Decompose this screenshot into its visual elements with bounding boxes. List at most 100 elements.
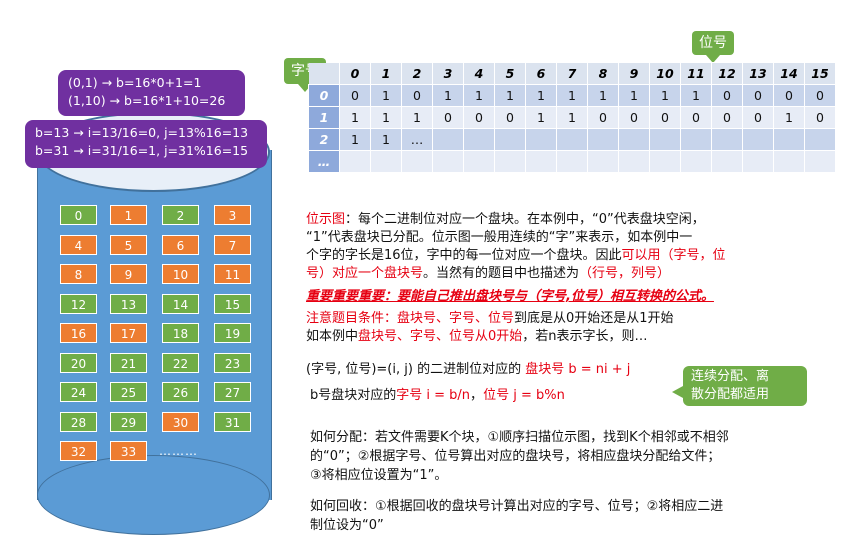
bitmap-cell: 0 bbox=[680, 106, 712, 129]
bitmap-cell: 1 bbox=[649, 84, 681, 107]
bitmap-cell: 0 bbox=[432, 106, 464, 129]
disk-block-31: 31 bbox=[214, 411, 251, 432]
bitmap-cell bbox=[649, 128, 681, 151]
bitmap-row: 2 1 1… bbox=[308, 128, 836, 151]
bitmap-cell: 1 bbox=[525, 106, 557, 129]
disk-block-29: 29 bbox=[110, 411, 147, 432]
disk-block-16: 16 bbox=[60, 323, 97, 343]
disk-block-20: 20 bbox=[60, 352, 97, 373]
bitmap-definition-line-4: 号）对应一个盘块号。当然有的题目中也描述为（行号，列号） bbox=[306, 266, 671, 281]
applicability-note: 连续分配、离 散分配都适用 bbox=[683, 366, 807, 406]
bit-number-header: 13 bbox=[742, 62, 774, 85]
bit-number-header: 15 bbox=[804, 62, 836, 85]
bitmap-row: … bbox=[308, 150, 836, 173]
bit-number-header: 11 bbox=[680, 62, 712, 85]
bitmap-cell: 1 bbox=[525, 84, 557, 107]
disk-block-32: 32 bbox=[60, 441, 97, 461]
bitmap-cell bbox=[804, 150, 836, 173]
disk-block-9: 9 bbox=[110, 264, 147, 284]
disk-block-22: 22 bbox=[162, 352, 199, 373]
bitmap-cell: 0 bbox=[711, 106, 743, 129]
formula-callout-to-word-bit: b=13 → i=13/16=0, j=13%16=13 b=31 → i=31… bbox=[25, 120, 267, 168]
disk-block-0: 0 bbox=[60, 205, 97, 225]
bitmap-cell bbox=[680, 150, 712, 173]
bitmap-cell bbox=[339, 150, 371, 173]
bitmap-cell bbox=[556, 150, 588, 173]
bit-number-header: 2 bbox=[401, 62, 433, 85]
bitmap-cell: 1 bbox=[494, 84, 526, 107]
bitmap-cell: … bbox=[401, 128, 433, 151]
condition-line-2: 如本例中盘块号、字号、位号从0开始，若n表示字长，则… bbox=[306, 329, 648, 344]
disk-block-14: 14 bbox=[162, 293, 199, 314]
bitmap-corner bbox=[308, 62, 340, 85]
bit-number-header: 4 bbox=[463, 62, 495, 85]
bitmap-cell: 1 bbox=[773, 106, 805, 129]
bitmap-cell bbox=[370, 150, 402, 173]
disk-block-12: 12 bbox=[60, 293, 97, 314]
disk-block-33: 33 bbox=[110, 441, 147, 461]
bit-number-header: 7 bbox=[556, 62, 588, 85]
bitmap-cell: 0 bbox=[463, 106, 495, 129]
bitmap-cell bbox=[587, 150, 619, 173]
bitmap-row: 11110001100000010 bbox=[308, 106, 836, 129]
bitmap-cell bbox=[711, 150, 743, 173]
formula-block-number: (字号, 位号)=(i, j) 的二进制位对应的 盘块号 b = ni + j bbox=[306, 362, 631, 377]
bit-number-header: 14 bbox=[773, 62, 805, 85]
bitmap-cell: 0 bbox=[587, 106, 619, 129]
bitmap-cell: 0 bbox=[711, 84, 743, 107]
allocation-procedure: 如何分配：若文件需要K个块，①顺序扫描位示图，找到K个相邻或不相邻 的“0”；②… bbox=[310, 430, 729, 483]
bitmap-cell: 1 bbox=[463, 84, 495, 107]
bitmap-cell bbox=[649, 150, 681, 173]
bitmap-cell bbox=[680, 128, 712, 151]
bitmap-cell bbox=[525, 128, 557, 151]
disk-cylinder-bottom bbox=[37, 455, 270, 535]
bitmap-cell: 1 bbox=[339, 128, 371, 151]
disk-block-26: 26 bbox=[162, 382, 199, 402]
bitmap-cell: 1 bbox=[618, 84, 650, 107]
disk-block-11: 11 bbox=[214, 264, 251, 284]
bitmap-cell bbox=[494, 128, 526, 151]
bitmap-cell: 1 bbox=[339, 106, 371, 129]
disk-block-18: 18 bbox=[162, 323, 199, 343]
disk-block-2: 2 bbox=[162, 205, 199, 225]
bitmap-cell bbox=[804, 128, 836, 151]
bitmap-cell bbox=[556, 128, 588, 151]
bitmap-table: 0 1 2 3 4 5 6 7 8 9 10 11 12 13 14 15 0 0 1 0 1 1 1 1 1 1 1 1 1 0 0 0 0 1… bbox=[308, 62, 836, 173]
bitmap-cell: 0 bbox=[773, 84, 805, 107]
bitmap-cell: 1 bbox=[370, 128, 402, 151]
disk-block-10: 10 bbox=[162, 264, 199, 284]
bitmap-cell bbox=[401, 150, 433, 173]
bitmap-cell: 0 bbox=[649, 106, 681, 129]
applicability-note-pointer bbox=[672, 386, 683, 398]
bit-number-tag: 位号 bbox=[692, 31, 734, 55]
bitmap-definition-line-3: 个字的字长是16位，字中的每一位对应一个盘块。因此可以用（字号，位 bbox=[306, 248, 726, 263]
bitmap-cell bbox=[711, 128, 743, 151]
bit-number-header: 12 bbox=[711, 62, 743, 85]
bit-number-header: 1 bbox=[370, 62, 402, 85]
bitmap-cell bbox=[618, 128, 650, 151]
bitmap-cell: 0 bbox=[742, 84, 774, 107]
disk-block-4: 4 bbox=[60, 234, 97, 255]
bit-number-header: 9 bbox=[618, 62, 650, 85]
bitmap-cell: 1 bbox=[401, 106, 433, 129]
condition-line-1: 注意题目条件：盘块号、字号、位号到底是从0开始还是从1开始 bbox=[306, 311, 674, 326]
bit-number-header: 6 bbox=[525, 62, 557, 85]
bitmap-cell: 0 bbox=[401, 84, 433, 107]
disk-block-7: 7 bbox=[214, 234, 251, 255]
bitmap-cell bbox=[525, 150, 557, 173]
bitmap-cell: 1 bbox=[556, 84, 588, 107]
bitmap-definition-line-1: 位示图：每个二进制位对应一个盘块。在本例中，“0”代表盘块空闲， bbox=[306, 212, 705, 227]
bitmap-cell: 0 bbox=[339, 84, 371, 107]
disk-block-13: 13 bbox=[110, 293, 147, 314]
bitmap-cell: 0 bbox=[742, 106, 774, 129]
word-number-header: 2 bbox=[308, 128, 340, 151]
disk-block-3: 3 bbox=[214, 205, 251, 225]
disk-block-21: 21 bbox=[110, 352, 147, 373]
bitmap-row: 00101111111110000 bbox=[308, 84, 836, 107]
formula-word-bit-number: b号盘块对应的字号 i = b/n，位号 j = b%n bbox=[310, 388, 565, 403]
disk-block-15: 15 bbox=[214, 293, 251, 314]
disk-block-30: 30 bbox=[162, 411, 199, 432]
word-number-header: 1 bbox=[308, 106, 340, 129]
disk-block-23: 23 bbox=[214, 352, 251, 373]
disk-block-28: 28 bbox=[60, 411, 97, 432]
